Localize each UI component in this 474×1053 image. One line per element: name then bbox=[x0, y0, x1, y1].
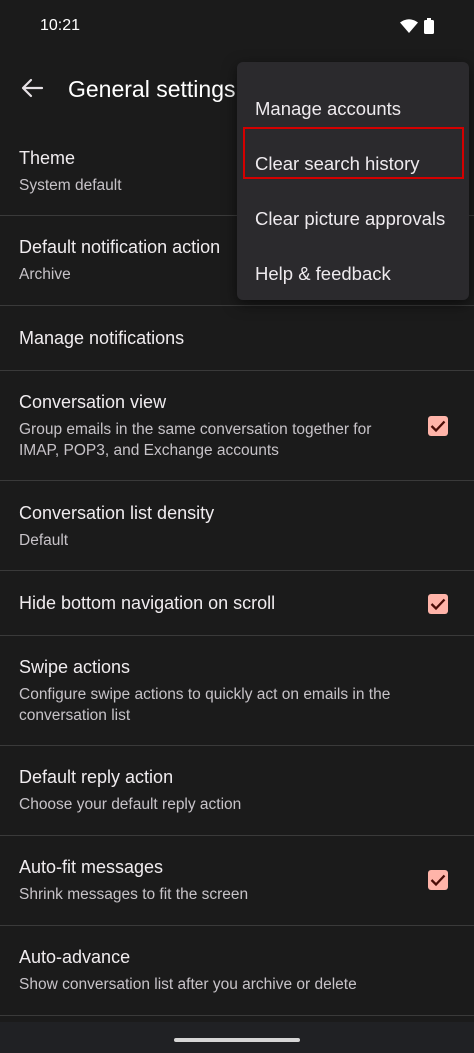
highlight-box bbox=[243, 127, 464, 179]
back-arrow-icon[interactable] bbox=[18, 74, 46, 102]
conversation-view-checkbox[interactable] bbox=[428, 416, 448, 436]
status-time: 10:21 bbox=[40, 17, 81, 34]
hide-bottom-navigation-checkbox[interactable] bbox=[428, 594, 448, 614]
setting-auto-fit-messages[interactable]: Auto-fit messages Shrink messages to fit… bbox=[0, 836, 474, 926]
setting-subtitle: Default bbox=[19, 532, 69, 549]
checkmark-icon bbox=[430, 420, 446, 433]
setting-subtitle: Group emails in the same conversation to… bbox=[19, 421, 372, 459]
setting-title: Auto-fit messages bbox=[19, 857, 164, 877]
setting-subtitle: Configure swipe actions to quickly act o… bbox=[19, 686, 391, 724]
status-icons bbox=[400, 18, 434, 34]
overflow-menu: Manage accounts Clear search history Cle… bbox=[237, 62, 469, 300]
setting-swipe-actions[interactable]: Swipe actions Configure swipe actions to… bbox=[0, 636, 474, 746]
setting-title: Hide bottom navigation on scroll bbox=[19, 593, 276, 613]
checkmark-icon bbox=[430, 874, 446, 887]
setting-hide-bottom-navigation[interactable]: Hide bottom navigation on scroll bbox=[0, 571, 474, 636]
setting-title: Swipe actions bbox=[19, 657, 131, 677]
setting-subtitle: Shrink messages to fit the screen bbox=[19, 886, 249, 903]
setting-title: Conversation view bbox=[19, 392, 167, 412]
status-bar: 10:21 bbox=[0, 0, 474, 52]
gesture-navigation-handle[interactable] bbox=[174, 1038, 300, 1042]
setting-title: Manage notifications bbox=[19, 328, 185, 348]
menu-item-label: Clear picture approvals bbox=[255, 208, 446, 229]
setting-subtitle: Choose your default reply action bbox=[19, 796, 242, 813]
page-title: General settings bbox=[68, 76, 236, 102]
wifi-icon bbox=[400, 19, 418, 33]
menu-item-label: Help & feedback bbox=[255, 263, 391, 284]
setting-subtitle: Show conversation list after you archive… bbox=[19, 976, 357, 993]
setting-manage-notifications[interactable]: Manage notifications bbox=[0, 306, 474, 371]
battery-icon bbox=[424, 18, 434, 34]
setting-conversation-view[interactable]: Conversation view Group emails in the sa… bbox=[0, 371, 474, 481]
menu-item-label: Manage accounts bbox=[255, 98, 402, 119]
auto-fit-messages-checkbox[interactable] bbox=[428, 870, 448, 890]
menu-item-help-feedback[interactable]: Help & feedback bbox=[237, 237, 469, 292]
menu-item-manage-accounts[interactable]: Manage accounts bbox=[237, 72, 469, 127]
setting-title: Default reply action bbox=[19, 767, 174, 787]
setting-title: Conversation list density bbox=[19, 503, 215, 523]
setting-conversation-list-density[interactable]: Conversation list density Default bbox=[0, 481, 474, 571]
setting-title: Auto-advance bbox=[19, 947, 131, 967]
setting-auto-advance[interactable]: Auto-advance Show conversation list afte… bbox=[0, 926, 474, 1016]
setting-default-reply-action[interactable]: Default reply action Choose your default… bbox=[0, 746, 474, 836]
menu-item-clear-picture-approvals[interactable]: Clear picture approvals bbox=[237, 182, 469, 237]
checkmark-icon bbox=[430, 598, 446, 611]
